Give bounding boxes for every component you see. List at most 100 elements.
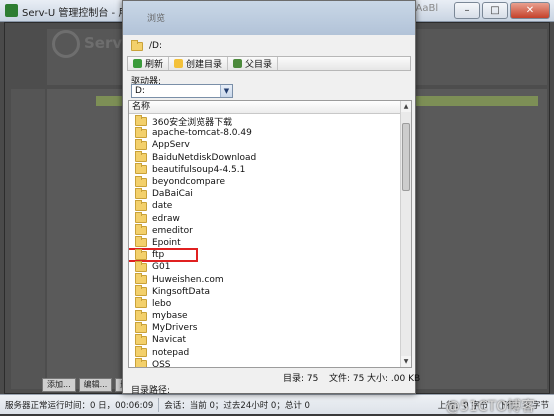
folder-list[interactable]: 名称 360安全浏览器下载 apache-tomcat-8.0.49 AppServ… bbox=[128, 100, 412, 368]
servu-app-icon bbox=[5, 4, 18, 17]
folder-name: emeditor bbox=[152, 225, 193, 236]
folder-icon bbox=[135, 163, 147, 175]
servu-logo-icon bbox=[52, 30, 80, 58]
close-button[interactable]: ✕ bbox=[510, 2, 550, 19]
folder-icon bbox=[131, 39, 143, 51]
list-item[interactable]: lebo bbox=[129, 297, 401, 310]
dialog-title: 浏览 bbox=[147, 14, 166, 24]
dialog-title-bar[interactable]: 浏览 bbox=[123, 1, 415, 35]
folder-name: beyondcompare bbox=[152, 177, 225, 188]
list-item[interactable]: ftp bbox=[129, 248, 198, 263]
maximize-button[interactable]: □ bbox=[482, 2, 508, 19]
status-uptime: 服务器正常运行时间：0 日，00:06:09 bbox=[5, 400, 154, 411]
list-item[interactable]: DaBaiCai bbox=[129, 187, 401, 200]
list-item[interactable]: beyondcompare bbox=[129, 175, 401, 188]
left-nav-strip bbox=[11, 89, 45, 389]
current-path: /D: bbox=[149, 41, 162, 51]
list-item[interactable]: beautifulsoup4-4.5.1 bbox=[129, 163, 401, 176]
create-dir-label: 创建目录 bbox=[186, 60, 223, 70]
folder-name: DaBaiCai bbox=[152, 189, 193, 200]
column-header-name[interactable]: 名称 bbox=[129, 101, 411, 114]
folder-name: mybase bbox=[152, 311, 188, 322]
list-item[interactable]: G01 bbox=[129, 260, 401, 273]
scroll-down-icon[interactable]: ▼ bbox=[401, 356, 411, 367]
folder-name: Epoint bbox=[152, 237, 181, 248]
folder-rows: 360安全浏览器下载 apache-tomcat-8.0.49 AppServ Bai… bbox=[129, 114, 401, 368]
folder-name: lebo bbox=[152, 298, 172, 309]
dialog-toolbar: 刷新 创建目录 父目录 bbox=[127, 56, 411, 71]
folder-name: OSS bbox=[152, 359, 171, 368]
list-item[interactable]: Huweishen.com bbox=[129, 273, 401, 285]
size-total: 大小: .00 KB bbox=[367, 374, 421, 384]
watermark: @51CTO博客 bbox=[446, 399, 536, 415]
list-item[interactable]: mybase bbox=[129, 309, 401, 322]
folder-name: AppServ bbox=[152, 140, 190, 151]
minimize-button[interactable]: – bbox=[454, 2, 480, 19]
folder-name: apache-tomcat-8.0.49 bbox=[152, 128, 252, 139]
folder-icon bbox=[135, 114, 147, 126]
folder-icon bbox=[135, 285, 147, 297]
folder-name: G01 bbox=[152, 262, 171, 273]
list-item[interactable]: Epoint bbox=[129, 236, 401, 249]
edit-button[interactable]: 编辑... bbox=[78, 378, 113, 392]
folder-name: MyDrivers bbox=[152, 323, 198, 334]
parent-dir-button[interactable]: 父目录 bbox=[228, 57, 279, 70]
folder-name: Navicat bbox=[152, 335, 187, 346]
status-sessions: 会话：当前 0；过去24小时 0；总计 0 bbox=[164, 400, 310, 411]
vertical-scrollbar[interactable]: ▲ ▼ bbox=[400, 101, 411, 367]
folder-icon bbox=[135, 260, 147, 272]
list-item[interactable]: OSS bbox=[129, 358, 401, 368]
drive-value: D: bbox=[135, 86, 145, 96]
folder-icon bbox=[135, 199, 147, 211]
list-item[interactable]: BaiduNetdiskDownload bbox=[129, 151, 401, 164]
list-item[interactable]: edraw bbox=[129, 212, 401, 225]
folder-icon bbox=[135, 175, 147, 187]
parent-folder-icon bbox=[233, 59, 243, 68]
scroll-up-icon[interactable]: ▲ bbox=[401, 101, 411, 112]
folder-icon bbox=[135, 212, 147, 224]
refresh-label: 刷新 bbox=[145, 60, 164, 70]
folder-name: 360安全浏览器下载 bbox=[152, 117, 233, 128]
create-dir-button[interactable]: 创建目录 bbox=[169, 57, 229, 70]
current-path-row: /D: bbox=[131, 39, 162, 51]
dir-count: 目录: 75 bbox=[283, 374, 319, 384]
parent-dir-label: 父目录 bbox=[245, 60, 273, 70]
list-item[interactable]: emeditor bbox=[129, 224, 401, 237]
list-item[interactable]: notepad bbox=[129, 346, 401, 359]
folder-name: BaiduNetdiskDownload bbox=[152, 152, 257, 163]
folder-icon bbox=[135, 273, 147, 285]
new-folder-icon bbox=[174, 59, 184, 68]
target-path-label: 目录路径: bbox=[131, 386, 171, 396]
servu-logo-text: Serv bbox=[84, 34, 123, 52]
folder-icon bbox=[135, 333, 147, 345]
browse-dialog: 浏览 /D: 刷新 创建目录 父目录 驱动器: D: ▼ 名称 360安全浏览器… bbox=[122, 0, 420, 396]
list-item[interactable]: MyDrivers bbox=[129, 321, 401, 334]
folder-name: beautifulsoup4-4.5.1 bbox=[152, 164, 246, 175]
add-button[interactable]: 添加... bbox=[42, 378, 76, 392]
folder-icon bbox=[135, 224, 147, 236]
scroll-thumb[interactable] bbox=[402, 123, 410, 191]
folder-name: edraw bbox=[152, 213, 180, 224]
list-item[interactable]: Navicat bbox=[129, 333, 401, 346]
folder-icon bbox=[135, 187, 147, 199]
folder-icon bbox=[135, 151, 147, 163]
folder-name: date bbox=[152, 201, 173, 212]
folder-icon bbox=[135, 297, 147, 309]
folder-name: ftp bbox=[152, 250, 165, 261]
refresh-button[interactable]: 刷新 bbox=[128, 57, 170, 70]
folder-name: Huweishen.com bbox=[152, 274, 224, 285]
list-item[interactable]: apache-tomcat-8.0.49 bbox=[129, 126, 401, 139]
folder-icon bbox=[135, 309, 147, 321]
folder-icon bbox=[135, 346, 147, 358]
window-controls: – □ ✕ bbox=[454, 2, 550, 19]
list-item[interactable]: 360安全浏览器下载 bbox=[129, 114, 401, 128]
folder-icon bbox=[135, 236, 147, 248]
folder-name: KingsoftData bbox=[152, 286, 211, 297]
refresh-icon bbox=[133, 59, 142, 68]
chevron-down-icon[interactable]: ▼ bbox=[220, 85, 232, 97]
list-item[interactable]: date bbox=[129, 199, 401, 212]
list-item[interactable]: KingsoftData bbox=[129, 285, 401, 298]
drive-select[interactable]: D: ▼ bbox=[131, 84, 233, 98]
list-item[interactable]: AppServ bbox=[129, 138, 401, 151]
folder-icon bbox=[135, 126, 147, 138]
